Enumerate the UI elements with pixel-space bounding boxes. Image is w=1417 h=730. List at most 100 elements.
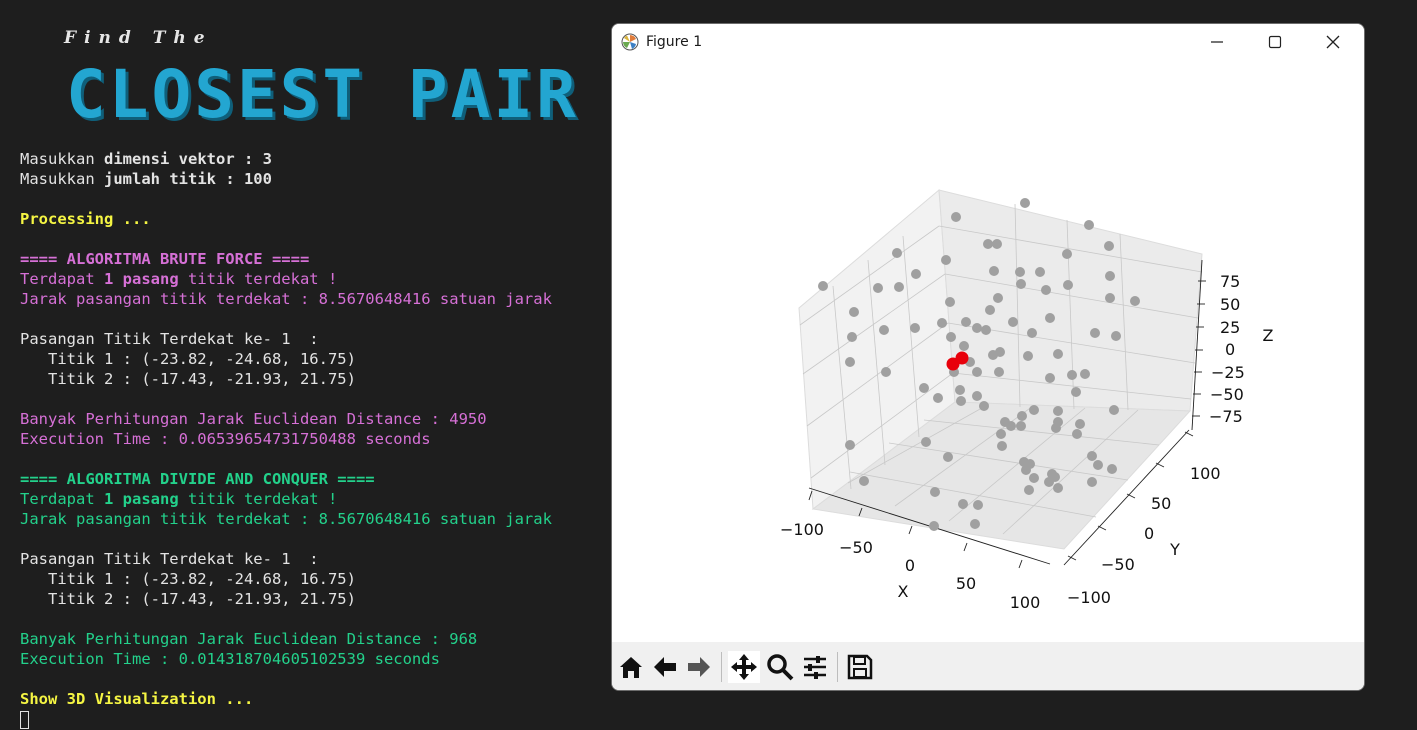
dnc-time: Execution Time : 0.014318704605102539 se… — [20, 650, 440, 668]
brute-force-distance: Jarak pasangan titik terdekat : 8.567064… — [20, 290, 552, 308]
back-button[interactable] — [649, 651, 681, 683]
dnc-header: ==== ALGORITMA DIVIDE AND CONQUER ==== — [20, 470, 375, 488]
scatter-point — [1017, 411, 1027, 421]
plot-canvas[interactable]: −100 −50 0 50 100 X −100 −50 0 50 100 Y … — [612, 60, 1364, 642]
show-viz-text: Show 3D Visualization ... — [20, 690, 254, 708]
dnc-distance: Jarak pasangan titik terdekat : 8.567064… — [20, 510, 552, 528]
toolbar-separator — [837, 652, 838, 682]
forward-icon — [688, 657, 710, 677]
scatter-point — [1093, 460, 1103, 470]
scatter-point — [1015, 267, 1025, 277]
scatter-point — [1045, 313, 1055, 323]
scatter-point — [943, 452, 953, 462]
z-tick-label: 0 — [1225, 340, 1235, 359]
z-tick-label: 75 — [1220, 272, 1240, 291]
scatter-point — [930, 487, 940, 497]
scatter-point — [1084, 220, 1094, 230]
scatter-point — [1075, 419, 1085, 429]
zoom-button[interactable] — [764, 651, 796, 683]
scatter-point — [979, 401, 989, 411]
scatter-point — [1063, 280, 1073, 290]
scatter-point — [929, 521, 939, 531]
scatter-point — [845, 440, 855, 450]
scatter-point — [970, 519, 980, 529]
processing-text: Processing ... — [20, 210, 151, 228]
scatter-point — [1062, 249, 1072, 259]
brute-force-point2: Titik 2 : (-17.43, -21.93, 21.75) — [20, 370, 356, 388]
scatter-point — [1044, 477, 1054, 487]
scatter-point — [961, 317, 971, 327]
terminal-output: Find The CLOSEST PAIR Masukkan dimensi v… — [0, 0, 600, 730]
maximize-icon — [1268, 35, 1282, 49]
close-button[interactable] — [1304, 24, 1362, 60]
scatter-point — [972, 367, 982, 377]
toolbar-separator — [721, 652, 722, 682]
scatter-point — [1008, 317, 1018, 327]
z-tick-label: −50 — [1210, 385, 1244, 404]
banner-title: CLOSEST PAIR — [66, 56, 579, 133]
terminal-cursor[interactable] — [20, 710, 29, 729]
scatter-point — [996, 429, 1006, 439]
window-titlebar[interactable]: Figure 1 — [612, 24, 1364, 60]
scatter-point — [1104, 241, 1114, 251]
scatter-point — [1053, 406, 1063, 416]
save-button[interactable] — [844, 651, 876, 683]
x-tick-label: −50 — [839, 538, 873, 557]
close-icon — [1326, 35, 1340, 49]
scatter-point — [941, 255, 951, 265]
z-tick-label: 25 — [1220, 318, 1240, 337]
configure-subplots-button[interactable] — [799, 651, 831, 683]
prompt-dimension: Masukkan dimensi vektor : 3 — [20, 150, 272, 168]
dnc-found: Terdapat 1 pasang titik terdekat ! — [20, 490, 338, 508]
scatter-point — [910, 323, 920, 333]
x-tick-label: −100 — [780, 520, 824, 539]
configure-subplots-icon — [804, 656, 826, 679]
scatter-point — [1023, 351, 1033, 361]
scatter-point — [981, 325, 991, 335]
scatter-point — [1016, 279, 1026, 289]
scatter-point — [1024, 485, 1034, 495]
banner-tagline: Find The — [64, 28, 213, 48]
home-icon — [620, 657, 642, 678]
scatter-point — [1107, 464, 1117, 474]
scatter-point — [988, 350, 998, 360]
scatter-point — [1027, 328, 1037, 338]
brute-force-time: Execution Time : 0.06539654731750488 sec… — [20, 430, 431, 448]
scatter-point — [845, 357, 855, 367]
scatter-point — [972, 391, 982, 401]
scatter-point — [1035, 267, 1045, 277]
scatter-point — [993, 293, 1003, 303]
brute-force-pair-title: Pasangan Titik Terdekat ke- 1 : — [20, 330, 319, 348]
pan-button[interactable] — [728, 651, 760, 683]
scatter-point — [972, 323, 982, 333]
scatter-point — [919, 383, 929, 393]
y-tick-label: −50 — [1101, 555, 1135, 574]
scatter-point — [894, 282, 904, 292]
scatter-3d-plot[interactable]: −100 −50 0 50 100 X −100 −50 0 50 100 Y … — [612, 60, 1364, 642]
scatter-point — [994, 367, 1004, 377]
maximize-button[interactable] — [1246, 24, 1304, 60]
scatter-point — [1072, 429, 1082, 439]
scatter-point — [959, 341, 969, 351]
scatter-point — [1080, 369, 1090, 379]
z-tick-label: −75 — [1209, 407, 1243, 426]
scatter-point — [1006, 421, 1016, 431]
scatter-point — [1041, 285, 1051, 295]
scatter-point — [1087, 451, 1097, 461]
home-button[interactable] — [615, 651, 647, 683]
scatter-point — [892, 248, 902, 258]
scatter-point — [951, 212, 961, 222]
scatter-point — [1067, 370, 1077, 380]
x-axis-label: X — [898, 582, 909, 601]
dnc-count: Banyak Perhitungan Jarak Euclidean Dista… — [20, 630, 478, 648]
forward-button[interactable] — [683, 651, 715, 683]
scatter-point — [1111, 331, 1121, 341]
scatter-point — [958, 499, 968, 509]
window-title: Figure 1 — [646, 34, 703, 50]
z-axis-label: Z — [1263, 326, 1274, 345]
minimize-button[interactable] — [1188, 24, 1246, 60]
closest-pair-point — [955, 351, 969, 365]
scatter-point — [1090, 328, 1100, 338]
scatter-point — [921, 437, 931, 447]
scatter-point — [873, 283, 883, 293]
